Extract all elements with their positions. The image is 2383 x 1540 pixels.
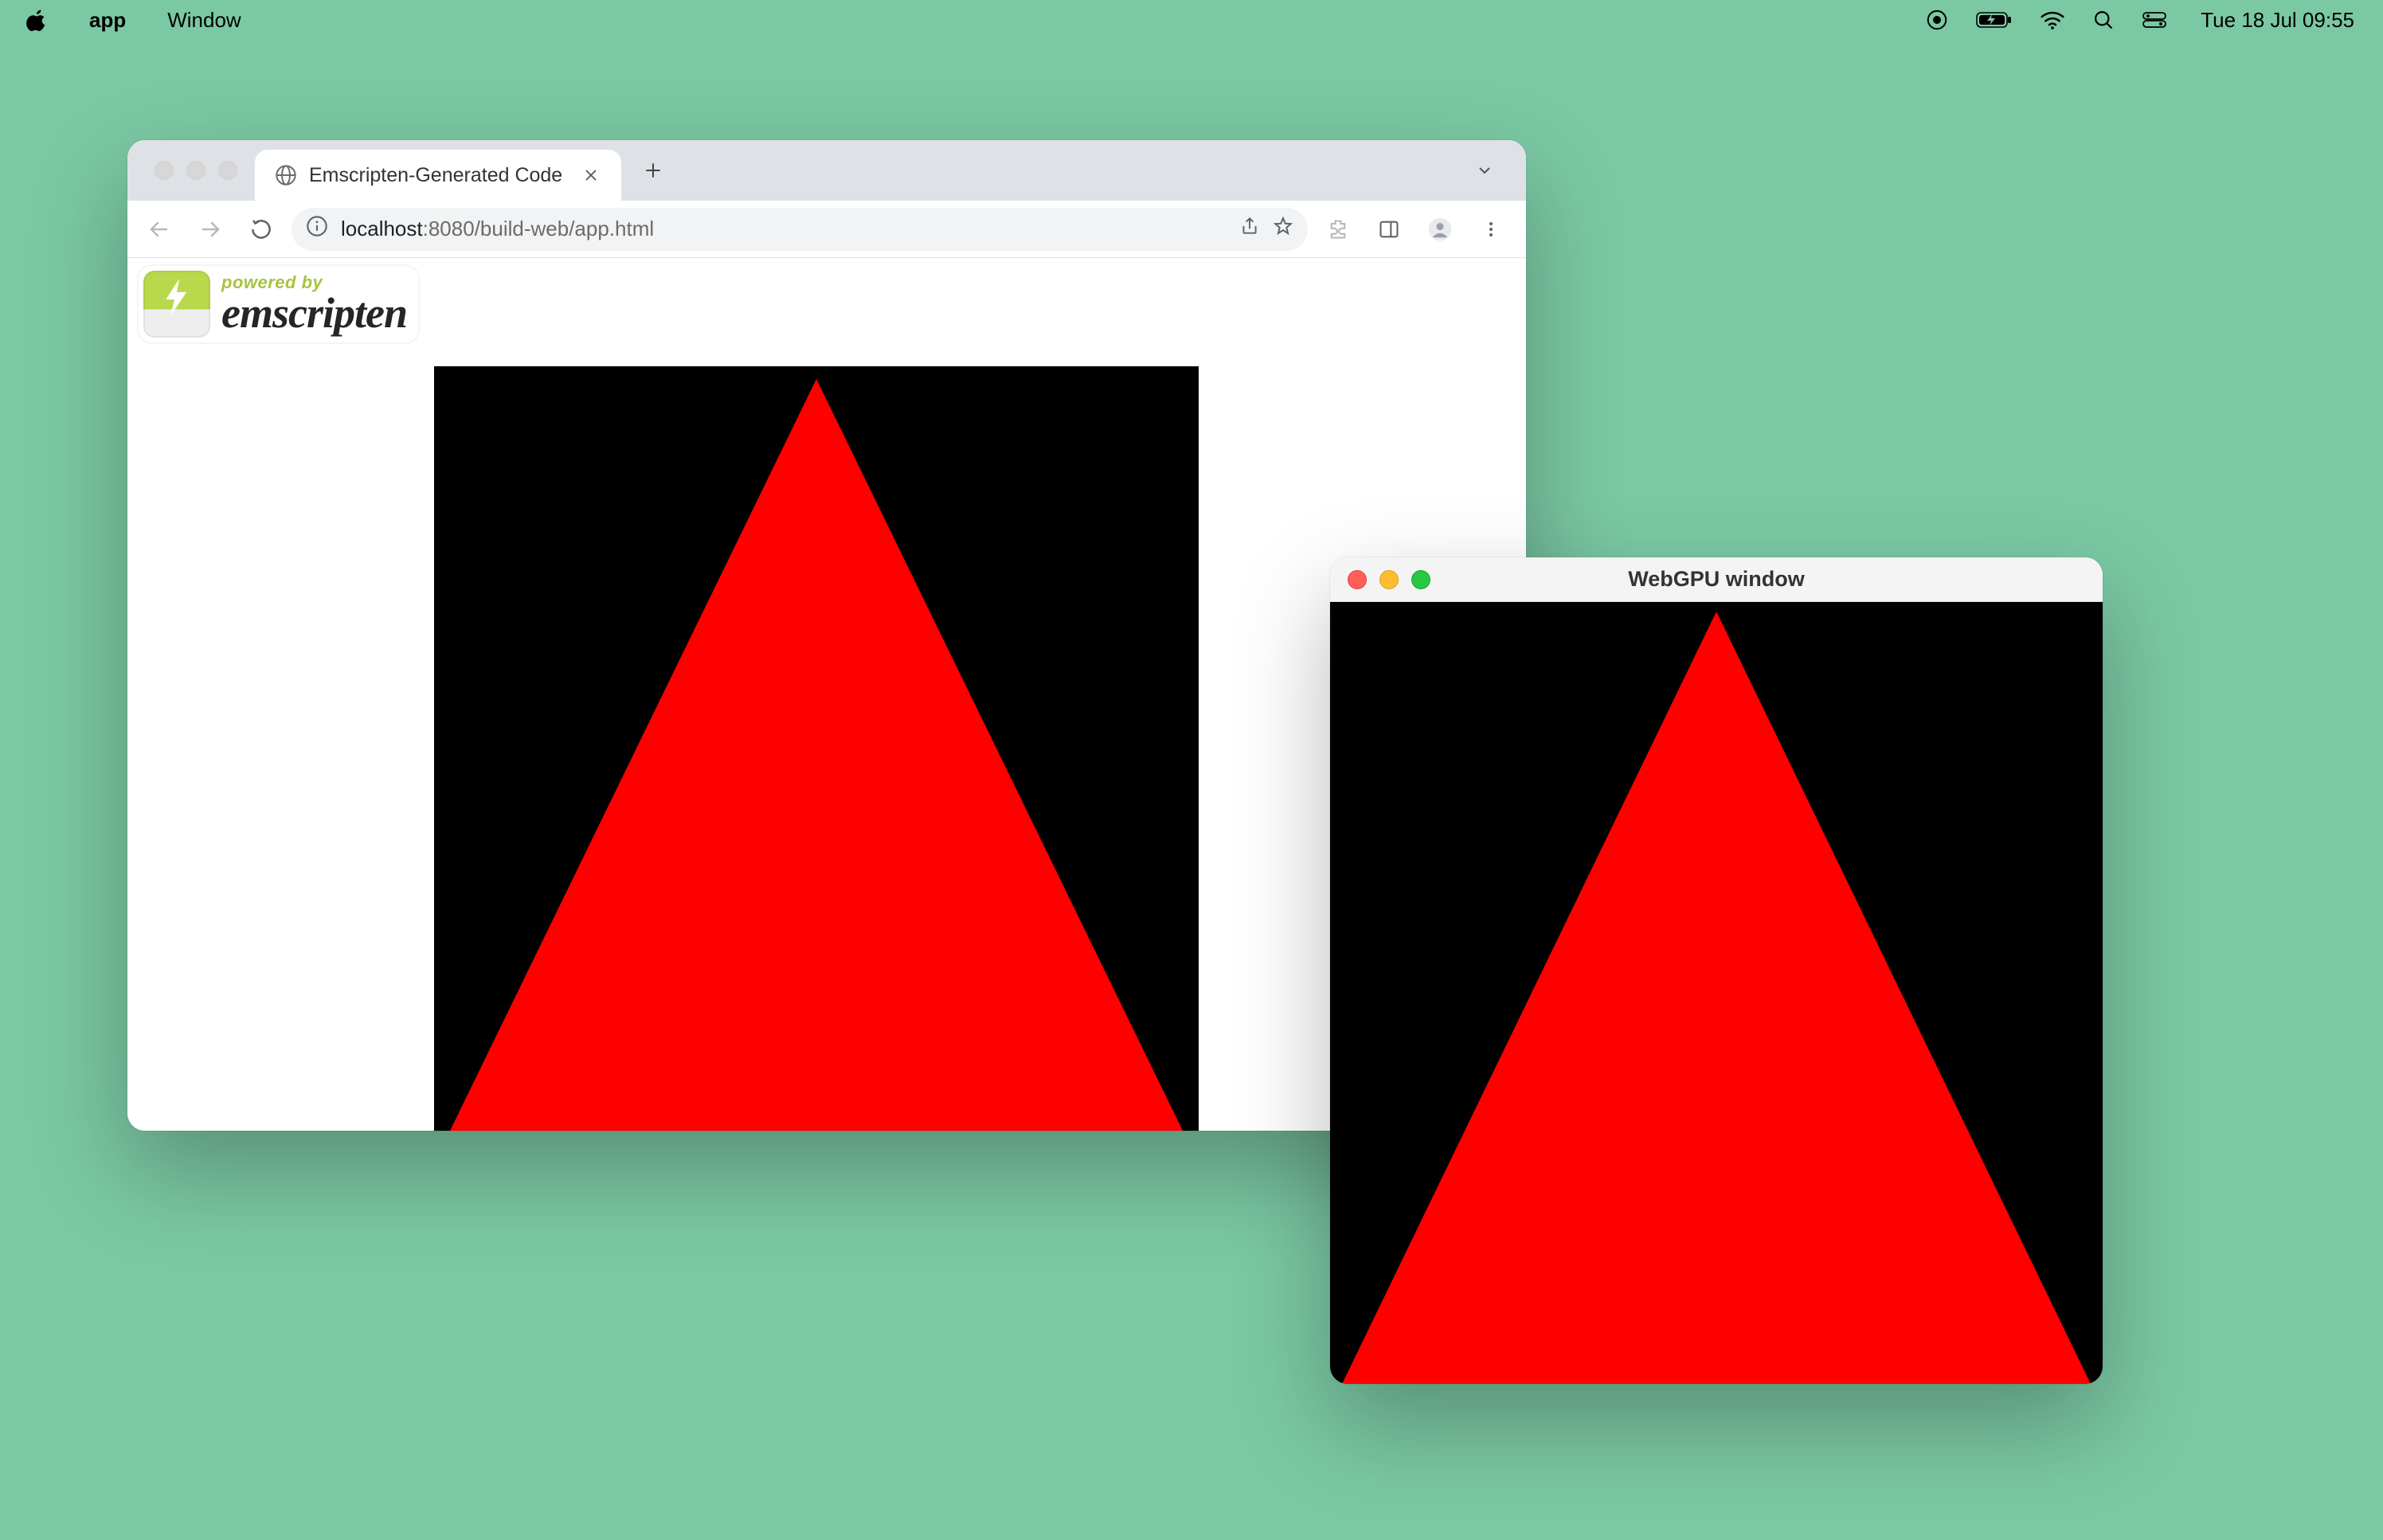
chrome-menu-icon[interactable] (1470, 209, 1512, 250)
apple-menu-icon[interactable] (19, 4, 54, 36)
tab-search-button[interactable] (1470, 156, 1499, 185)
new-tab-button[interactable] (634, 151, 672, 190)
back-button[interactable] (139, 209, 180, 250)
share-icon[interactable] (1239, 216, 1260, 242)
menubar-left: app Window (19, 3, 248, 37)
emscripten-bolt-icon (143, 271, 210, 338)
chrome-toolbar: localhost:8080/build-web/app.html (127, 201, 1526, 258)
spotlight-icon[interactable] (2092, 9, 2115, 31)
chrome-url-host: localhost (341, 217, 423, 240)
side-panel-icon[interactable] (1368, 209, 1410, 250)
native-titlebar[interactable]: WebGPU window (1330, 557, 2103, 602)
red-triangle (450, 379, 1183, 1131)
chrome-omnibox[interactable]: localhost:8080/build-web/app.html (292, 208, 1308, 251)
extensions-icon[interactable] (1317, 209, 1359, 250)
globe-icon (274, 163, 298, 187)
forward-button[interactable] (190, 209, 231, 250)
bookmark-icon[interactable] (1273, 216, 1293, 242)
profile-icon[interactable] (1419, 209, 1461, 250)
native-window-title: WebGPU window (1330, 567, 2103, 592)
control-center-icon[interactable] (2142, 10, 2167, 29)
emscripten-canvas[interactable] (434, 366, 1199, 1131)
emscripten-brand: emscripten (221, 291, 407, 334)
native-canvas[interactable] (1330, 602, 2103, 1384)
chrome-tab-title: Emscripten-Generated Code (309, 164, 562, 187)
native-window: WebGPU window (1330, 557, 2103, 1384)
menubar-clock[interactable]: Tue 18 Jul 09:55 (2194, 3, 2361, 37)
battery-icon[interactable] (1976, 10, 2013, 29)
chrome-url-path: :8080/build-web/app.html (423, 217, 655, 240)
chrome-page-viewport: powered by emscripten (127, 258, 1526, 1131)
red-triangle (1342, 612, 2091, 1384)
macos-menubar: app Window Tue 18 Jul 09:55 (0, 0, 2383, 40)
window-close-button[interactable] (155, 161, 174, 180)
menubar-item-window[interactable]: Window (161, 3, 247, 37)
emscripten-wordmark: powered by emscripten (221, 274, 407, 334)
wifi-icon[interactable] (2040, 10, 2065, 29)
screen-record-icon[interactable] (1925, 8, 1949, 32)
chrome-url: localhost:8080/build-web/app.html (341, 217, 654, 241)
menubar-app-name[interactable]: app (83, 3, 132, 37)
site-info-icon[interactable] (306, 215, 328, 243)
reload-button[interactable] (241, 209, 282, 250)
close-icon[interactable] (580, 164, 602, 186)
emscripten-logo: powered by emscripten (139, 266, 418, 342)
menubar-right: Tue 18 Jul 09:55 (1925, 3, 2361, 37)
window-zoom-button[interactable] (218, 161, 237, 180)
window-minimize-button[interactable] (186, 161, 205, 180)
chrome-window: Emscripten-Generated Code localhost:8080… (127, 140, 1526, 1131)
chrome-tab-active[interactable]: Emscripten-Generated Code (255, 150, 621, 201)
chrome-tabstrip: Emscripten-Generated Code (127, 140, 1526, 201)
chrome-window-controls (155, 161, 237, 180)
